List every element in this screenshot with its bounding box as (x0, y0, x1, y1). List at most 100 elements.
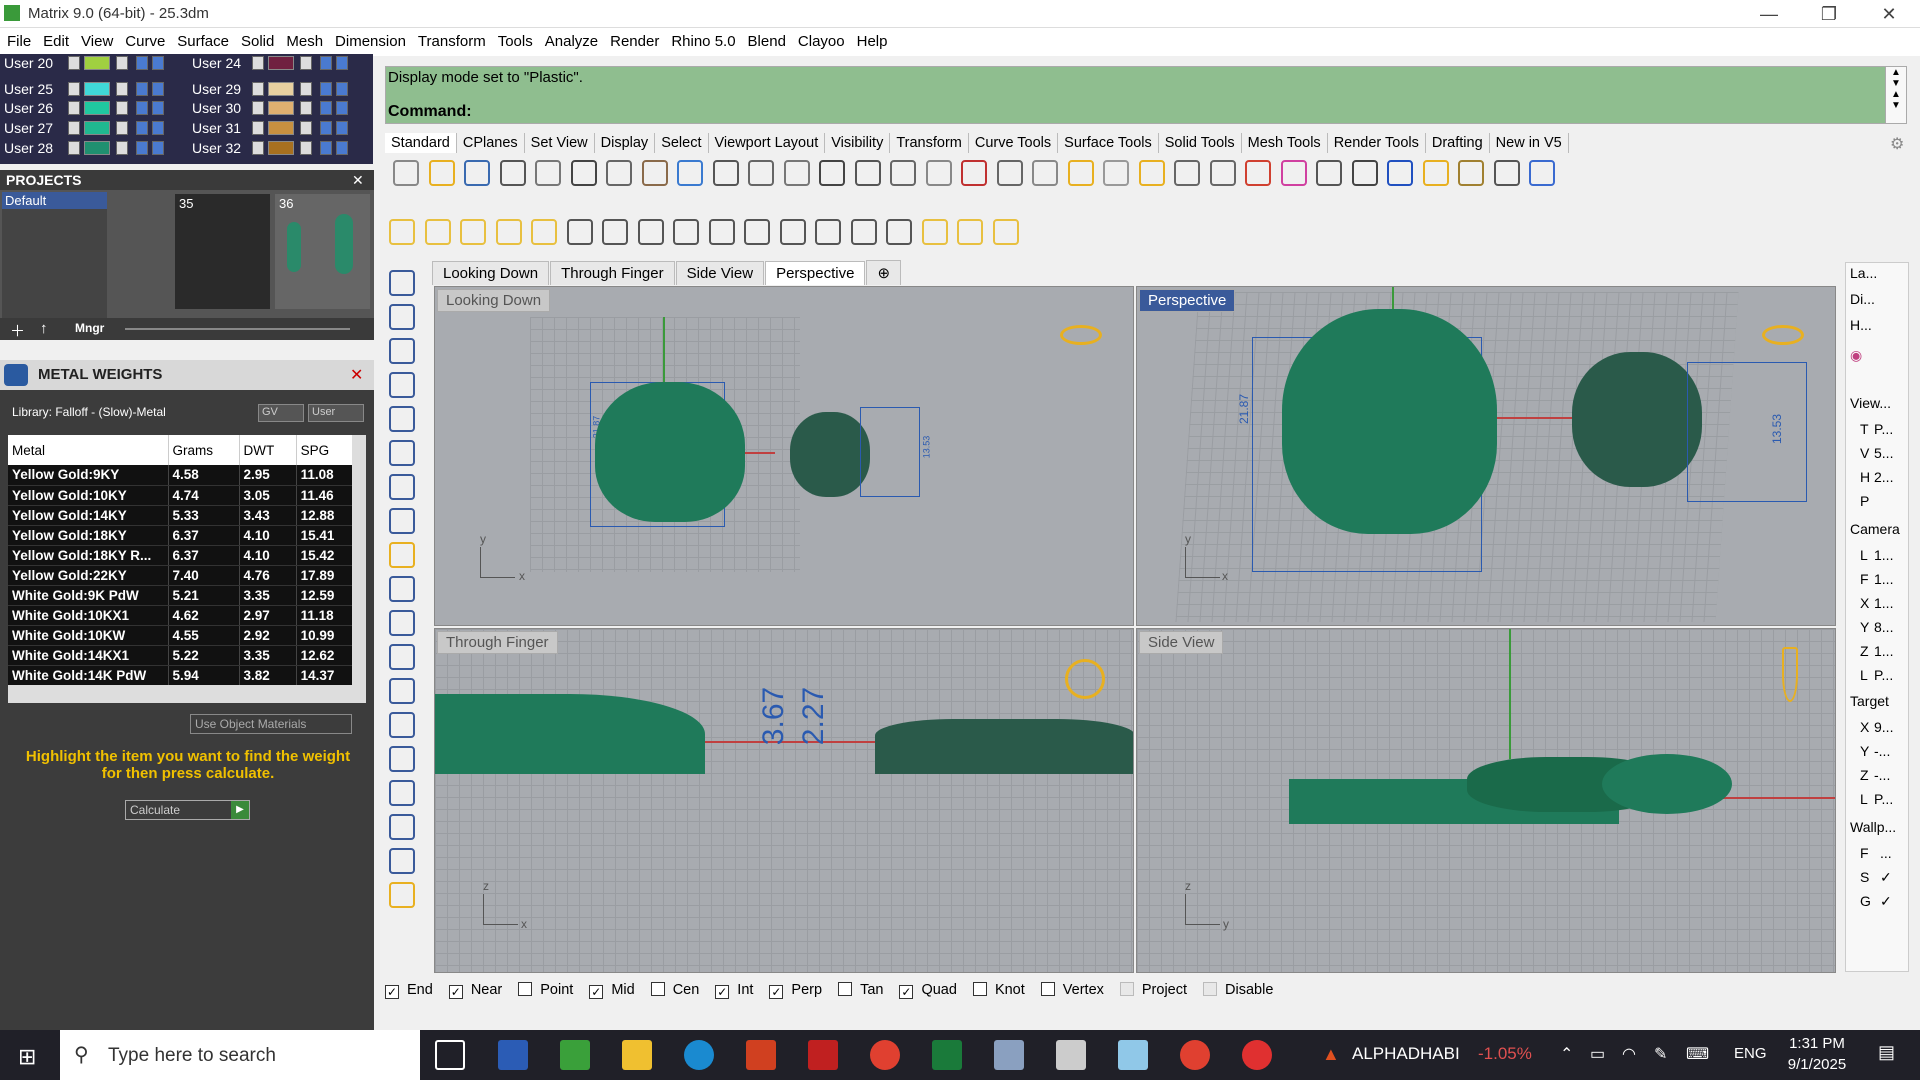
visibility-icon[interactable] (566, 219, 593, 245)
toolbar-tab[interactable]: Viewport Layout (709, 133, 826, 153)
viewport-looking-down[interactable]: Looking Down 21.87 13.53 y x (434, 286, 1134, 626)
expand-icon[interactable] (68, 82, 80, 96)
record-icon[interactable] (1242, 1040, 1272, 1070)
checkbox[interactable]: ✓ (769, 985, 784, 999)
modeling-tool-icon[interactable] (389, 576, 415, 602)
bow-model-small[interactable] (790, 412, 870, 497)
render-icon[interactable] (336, 141, 348, 155)
minimize-button[interactable]: — (1740, 0, 1798, 28)
panel-tab[interactable]: H... (1850, 317, 1872, 333)
pen-icon[interactable]: ✎ (1654, 1044, 1667, 1064)
windows-start-icon[interactable]: ⊞ (18, 1044, 36, 1070)
menu-dimension[interactable]: Dimension (328, 28, 411, 50)
toolbar-icon[interactable] (1280, 160, 1307, 186)
modeling-tool-icon[interactable] (389, 746, 415, 772)
viewport-through-finger[interactable]: Through Finger 3.67 2.27 z x (434, 628, 1134, 973)
render-icon[interactable] (336, 56, 348, 70)
toolbar-icon[interactable] (1209, 160, 1236, 186)
table-row[interactable]: Yellow Gold:9KY 4.58 2.95 11.08 (8, 465, 359, 486)
toolbar-icon[interactable] (535, 160, 561, 186)
row-value[interactable]: P... (1874, 667, 1893, 683)
close-icon[interactable]: ✕ (350, 365, 363, 385)
toolbar-icon[interactable] (925, 160, 952, 186)
close-icon[interactable]: ✕ (352, 172, 364, 189)
visibility-icon[interactable] (815, 219, 841, 245)
layer-row[interactable]: User 29 (188, 80, 373, 99)
toolbar-icon[interactable] (1138, 160, 1165, 186)
table-row[interactable]: White Gold:14KX1 5.22 3.35 12.62 (8, 645, 359, 666)
battery-icon[interactable]: ▭ (1590, 1044, 1605, 1064)
visibility-icon[interactable] (992, 219, 1019, 245)
expand-icon[interactable] (252, 82, 264, 96)
viewport-label[interactable]: Perspective (1139, 289, 1236, 312)
modeling-tool-icon[interactable] (389, 610, 415, 636)
lock-icon[interactable] (300, 141, 312, 155)
toolbar-icon[interactable] (783, 160, 810, 186)
lock-icon[interactable] (300, 56, 312, 70)
menu-file[interactable]: File (0, 28, 36, 50)
layer-color-swatch[interactable] (268, 101, 294, 115)
notification-icon[interactable]: ▤ (1878, 1042, 1895, 1063)
layer-row[interactable]: User 26 (0, 99, 180, 118)
visibility-icon[interactable] (673, 219, 699, 245)
layer-row[interactable]: User 20 (0, 54, 180, 73)
command-scrollbar[interactable]: ▲ ▼ ▲ ▼ (1885, 66, 1907, 124)
render-icon[interactable] (152, 82, 164, 96)
edge-icon[interactable] (684, 1040, 714, 1070)
table-row[interactable]: Yellow Gold:14KY 5.33 3.43 12.88 (8, 505, 359, 526)
zoom-slider[interactable] (125, 328, 350, 330)
app-icon[interactable] (1118, 1040, 1148, 1070)
bow-profile-small[interactable] (875, 719, 1133, 774)
menu-edit[interactable]: Edit (36, 28, 74, 50)
layer-color-swatch[interactable] (84, 82, 110, 96)
row-value[interactable]: 1... (1874, 547, 1893, 563)
col-dwt[interactable]: DWT (239, 435, 297, 465)
visibility-icon[interactable] (320, 82, 332, 96)
table-scrollbar[interactable] (352, 435, 366, 685)
bow-profile[interactable] (435, 694, 705, 774)
toolbar-tab[interactable]: Select (655, 133, 709, 153)
menu-analyze[interactable]: Analyze (538, 28, 603, 50)
layer-color-swatch[interactable] (84, 141, 110, 155)
tab-through-finger[interactable]: Through Finger (550, 261, 675, 285)
toolbar-tab[interactable]: Visibility (825, 133, 891, 153)
modeling-tool-icon[interactable] (389, 338, 415, 364)
render-icon[interactable] (152, 56, 164, 70)
modeling-tool-icon[interactable] (389, 270, 415, 296)
checkbox[interactable]: ✓ (899, 985, 914, 999)
render-icon[interactable] (152, 101, 164, 115)
modeling-tool-icon[interactable] (389, 508, 415, 534)
menu-view[interactable]: View (74, 28, 118, 50)
table-row[interactable]: Yellow Gold:22KY 7.40 4.76 17.89 (8, 565, 359, 586)
row-value[interactable]: 8... (1874, 619, 1893, 635)
expand-icon[interactable] (252, 101, 264, 115)
toolbar-icon[interactable] (854, 160, 881, 186)
visibility-icon[interactable] (389, 219, 415, 245)
row-value[interactable]: 1... (1874, 595, 1893, 611)
project-slot-35[interactable]: 35 (175, 194, 270, 309)
row-value[interactable]: 9... (1874, 719, 1893, 735)
checkbox[interactable] (1119, 982, 1134, 996)
table-row[interactable]: Yellow Gold:18KY 6.37 4.10 15.41 (8, 525, 359, 546)
toolbar-tab[interactable]: Set View (525, 133, 595, 153)
toolbar-icon[interactable] (748, 160, 774, 186)
language-indicator[interactable]: ENG (1734, 1045, 1767, 1062)
modeling-tool-icon[interactable] (389, 474, 415, 500)
toolbar-icon[interactable] (890, 160, 916, 186)
visibility-icon[interactable] (136, 101, 148, 115)
use-object-materials[interactable]: Use Object Materials (190, 714, 352, 734)
visibility-icon[interactable] (886, 219, 912, 245)
visibility-icon[interactable] (136, 141, 148, 155)
clock-time[interactable]: 1:31 PM (1782, 1035, 1852, 1052)
toolbar-icon[interactable] (641, 160, 668, 186)
chevron-up-icon[interactable]: ⌃ (1560, 1044, 1573, 1064)
visibility-icon[interactable] (424, 219, 451, 245)
checkbox[interactable] (972, 982, 987, 996)
toolbar-icon[interactable] (606, 160, 632, 186)
lock-icon[interactable] (116, 82, 128, 96)
layer-color-swatch[interactable] (268, 56, 294, 70)
col-spg[interactable]: SPG (296, 435, 359, 465)
osnap-disable[interactable]: Disable (1203, 982, 1281, 998)
render-icon[interactable] (336, 101, 348, 115)
expand-icon[interactable] (68, 141, 80, 155)
